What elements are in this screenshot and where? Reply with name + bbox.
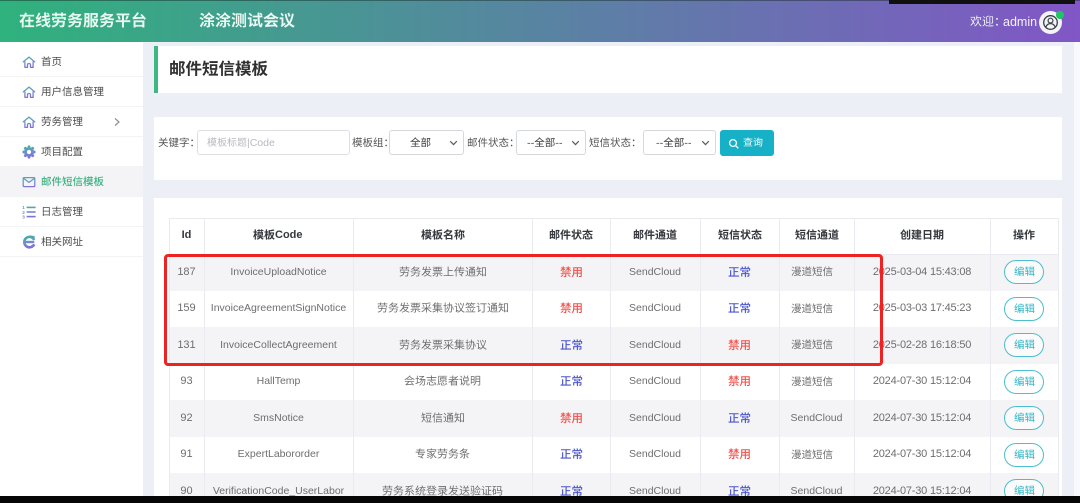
svg-text:3: 3 bbox=[22, 214, 25, 219]
